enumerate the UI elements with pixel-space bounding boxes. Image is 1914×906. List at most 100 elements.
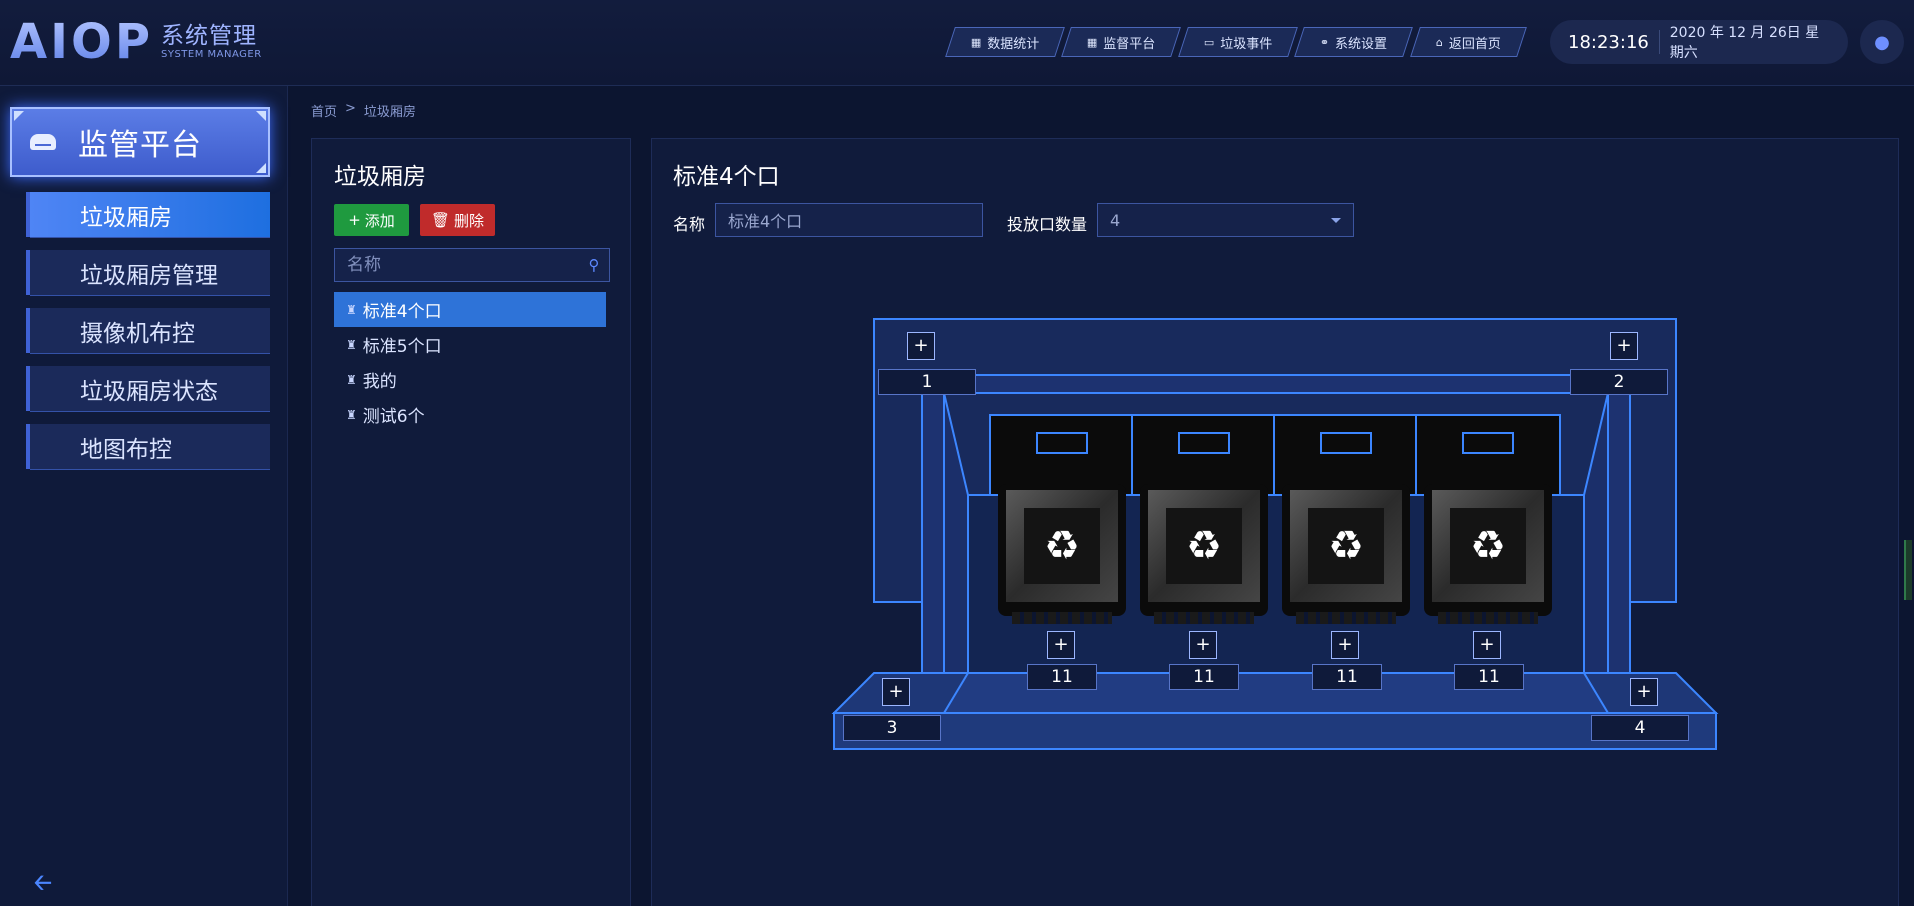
clock-date: 2020 年 12 月 26日 星期六	[1669, 25, 1820, 61]
scroll-handle[interactable]	[1904, 540, 1912, 600]
recycle-icon: ♻	[1308, 508, 1384, 584]
sidebar-item-room-status[interactable]: 垃圾厢房状态	[26, 366, 270, 412]
add-camera-button[interactable]: +	[907, 332, 935, 360]
room-base	[833, 712, 1717, 750]
bin-face: ♻	[1006, 490, 1118, 602]
trash-bin[interactable]: ♻	[1140, 484, 1268, 624]
slot-lid	[1320, 432, 1372, 454]
list-item[interactable]: ♜ 我的	[334, 362, 606, 397]
clock-widget: 18:23:16 2020 年 12 月 26日 星期六	[1550, 20, 1848, 64]
sidebar-item-camera-control[interactable]: 摄像机布控	[26, 308, 270, 354]
delete-label: 删除	[454, 211, 485, 230]
breadcrumb-home[interactable]: 首页	[311, 101, 337, 120]
add-bin-camera-button[interactable]: +	[1189, 631, 1217, 659]
plus-icon: +	[348, 211, 361, 229]
bin-face: ♻	[1148, 490, 1260, 602]
slot-lid	[1462, 432, 1514, 454]
list-item[interactable]: ♜ 标准5个口	[334, 327, 606, 362]
corner-decoration	[256, 163, 266, 173]
slot-lid	[1036, 432, 1088, 454]
breadcrumb-current: 垃圾厢房	[363, 105, 416, 120]
bin-label: 11	[1027, 664, 1097, 690]
sidebar: 监管平台 垃圾厢房 垃圾厢房管理 摄像机布控 垃圾厢房状态 地图布控 🡠	[0, 86, 288, 906]
grid-icon: ▦	[971, 35, 982, 49]
add-bin-camera-button[interactable]: +	[1473, 631, 1501, 659]
bin-face: ♻	[1432, 490, 1544, 602]
breadcrumb-separator: >	[345, 101, 356, 116]
list-item[interactable]: ♜ 标准4个口	[334, 292, 606, 327]
logo-subtitle: 系统管理 SYSTEM MANAGER	[161, 23, 262, 61]
recycle-icon: ♻	[1450, 508, 1526, 584]
sidebar-item-map-control[interactable]: 地图布控	[26, 424, 270, 470]
sidebar-item-label: 垃圾厢房状态	[80, 378, 218, 405]
add-button[interactable]: + 添加	[334, 204, 409, 236]
bin-label: 11	[1454, 664, 1524, 690]
app-logo: AIOP 系统管理 SYSTEM MANAGER	[10, 14, 262, 70]
panel-title: 垃圾厢房	[334, 164, 426, 190]
delete-button[interactable]: 🗑 删除	[420, 204, 495, 236]
nav-supervision-button[interactable]: ▦ 监督平台	[1061, 27, 1182, 57]
share-icon: ⚭	[1320, 35, 1330, 49]
sidebar-title: 监管平台	[78, 128, 202, 163]
nav-data-stats-button[interactable]: ▦ 数据统计	[945, 27, 1066, 57]
room-icon: ♜	[346, 302, 357, 317]
list-item-label: 标准5个口	[362, 337, 442, 357]
room-list: ♜ 标准4个口 ♜ 标准5个口 ♜ 我的 ♜ 测试6个	[334, 292, 606, 432]
bin-label: 11	[1312, 664, 1382, 690]
nav-events-button[interactable]: ▭ 垃圾事件	[1177, 27, 1299, 57]
room-list-panel: 垃圾厢房 +添加 🗑删除 ⚲ ♜ 标准4个口 ♜ 标准5个口 ♜ 我的 ♜ 测试6个	[311, 138, 631, 906]
sidebar-item-room-management[interactable]: 垃圾厢房管理	[26, 250, 270, 296]
corner-decoration	[14, 111, 24, 121]
sidebar-header: 监管平台	[10, 107, 270, 177]
add-camera-button[interactable]: +	[882, 678, 910, 706]
bin-feet	[1438, 612, 1538, 624]
bin-feet	[1296, 612, 1396, 624]
camera-label: 2	[1570, 369, 1668, 395]
sidebar-item-garbage-room[interactable]: 垃圾厢房	[26, 192, 270, 238]
camera-label: 1	[878, 369, 976, 395]
clock-time: 18:23:16	[1568, 31, 1649, 53]
room-icon: ♜	[346, 407, 357, 422]
sidebar-item-label: 垃圾厢房	[80, 204, 172, 231]
nav-home-button[interactable]: ⌂ 返回首页	[1409, 27, 1527, 57]
search-box: ⚲	[334, 248, 610, 282]
sidebar-item-label: 摄像机布控	[80, 320, 195, 347]
add-bin-camera-button[interactable]: +	[1331, 631, 1359, 659]
add-camera-button[interactable]: +	[1610, 332, 1638, 360]
bin-face: ♻	[1290, 490, 1402, 602]
search-icon[interactable]: ⚲	[579, 256, 609, 274]
sidebar-item-label: 地图布控	[80, 436, 172, 463]
add-label: 添加	[364, 211, 395, 230]
nav-label: 返回首页	[1448, 36, 1501, 52]
list-item-label: 我的	[362, 372, 397, 392]
list-item-label: 标准4个口	[362, 302, 442, 322]
add-camera-button[interactable]: +	[1630, 678, 1658, 706]
home-icon: ⌂	[1435, 35, 1443, 49]
logo-cn: 系统管理	[161, 23, 257, 49]
slot-lid	[1178, 432, 1230, 454]
trash-bin[interactable]: ♻	[1424, 484, 1552, 624]
sidebar-menu: 垃圾厢房 垃圾厢房管理 摄像机布控 垃圾厢房状态 地图布控	[26, 192, 270, 482]
top-header: AIOP 系统管理 SYSTEM MANAGER ▦ 数据统计 ▦ 监督平台 ▭ 垃圾…	[0, 0, 1914, 86]
room-icon: ♜	[346, 372, 357, 387]
recycle-icon: ♻	[1166, 508, 1242, 584]
bin-feet	[1012, 612, 1112, 624]
monitor-icon: ▭	[1203, 35, 1215, 49]
user-icon[interactable]: ●	[1860, 20, 1904, 64]
bin-feet	[1154, 612, 1254, 624]
camera-label: 3	[843, 715, 941, 741]
top-nav: ▦ 数据统计 ▦ 监督平台 ▭ 垃圾事件 ⚭ 系统设置 ⌂ 返回首页	[945, 27, 1527, 57]
list-item[interactable]: ♜ 测试6个	[334, 397, 606, 432]
trash-icon: 🗑	[430, 211, 451, 229]
nav-label: 系统设置	[1335, 36, 1388, 52]
corner-decoration	[256, 111, 266, 121]
search-input[interactable]	[335, 249, 579, 281]
trash-bin[interactable]: ♻	[998, 484, 1126, 624]
collapse-arrow-icon[interactable]: 🡠	[34, 866, 52, 904]
room-icon: ♜	[346, 337, 357, 352]
clock-divider	[1658, 30, 1660, 54]
room-top-beam	[901, 374, 1647, 394]
nav-settings-button[interactable]: ⚭ 系统设置	[1294, 27, 1414, 57]
trash-bin[interactable]: ♻	[1282, 484, 1410, 624]
add-bin-camera-button[interactable]: +	[1047, 631, 1075, 659]
